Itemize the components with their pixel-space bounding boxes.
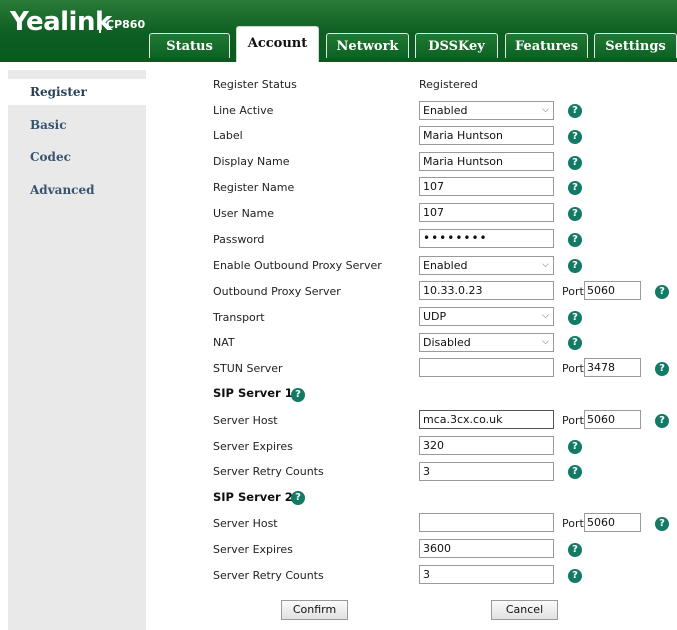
chevron-down-icon: ⌵ xyxy=(542,105,549,115)
nat-label: NAT xyxy=(213,336,235,349)
outbound-proxy-server-input[interactable]: 10.33.0.23 xyxy=(419,281,554,300)
label-input[interactable]: Maria Huntson xyxy=(419,126,554,145)
help-icon[interactable]: ? xyxy=(655,285,669,299)
sip1-server-host-input[interactable]: mca.3cx.co.uk xyxy=(419,410,554,429)
sip1-server-expires-input[interactable]: 320 xyxy=(419,436,554,455)
help-icon[interactable]: ? xyxy=(568,440,582,454)
help-icon[interactable]: ? xyxy=(568,104,582,118)
help-icon[interactable]: ? xyxy=(655,362,669,376)
user-name-label: User Name xyxy=(213,207,275,220)
stun-server-input[interactable] xyxy=(419,358,554,377)
outbound-proxy-port-label: Port xyxy=(562,285,584,298)
stun-port-input[interactable]: 3478 xyxy=(584,358,641,377)
register-status-value: Registered xyxy=(419,78,478,91)
sip2-server-retry-label: Server Retry Counts xyxy=(213,569,324,582)
password-input[interactable]: •••••••• xyxy=(419,229,554,248)
help-icon[interactable]: ? xyxy=(568,207,582,221)
help-icon[interactable]: ? xyxy=(568,543,582,557)
help-icon[interactable]: ? xyxy=(655,517,669,531)
sip-server-1-heading: SIP Server 1 xyxy=(213,386,293,400)
logo-separator xyxy=(99,13,101,33)
help-icon[interactable]: ? xyxy=(568,156,582,170)
help-icon[interactable]: ? xyxy=(568,569,582,583)
sip1-server-expires-label: Server Expires xyxy=(213,440,293,453)
sip2-server-host-label: Server Host xyxy=(213,517,278,530)
help-icon[interactable]: ? xyxy=(291,491,305,505)
header-bar: Yealink CP860 Status Account Network DSS… xyxy=(0,0,677,62)
sip-server-2-heading: SIP Server 2 xyxy=(213,490,293,504)
outbound-proxy-port-input[interactable]: 5060 xyxy=(584,281,641,300)
sip2-server-retry-input[interactable]: 3 xyxy=(419,565,554,584)
transport-select[interactable]: UDP ⌵ xyxy=(419,307,554,326)
cancel-button[interactable]: Cancel xyxy=(491,600,558,620)
tab-settings[interactable]: Settings xyxy=(594,33,677,58)
tab-status[interactable]: Status xyxy=(149,33,230,58)
nat-select[interactable]: Disabled ⌵ xyxy=(419,333,554,352)
stun-server-label: STUN Server xyxy=(213,362,283,375)
tab-features[interactable]: Features xyxy=(505,33,588,58)
sidebar-item-register[interactable]: Register xyxy=(8,79,146,105)
sip1-server-host-label: Server Host xyxy=(213,414,278,427)
help-icon[interactable]: ? xyxy=(568,181,582,195)
confirm-button[interactable]: Confirm xyxy=(281,600,348,620)
sip2-server-host-input[interactable] xyxy=(419,513,554,532)
user-name-input[interactable]: 107 xyxy=(419,203,554,222)
chevron-down-icon: ⌵ xyxy=(542,260,549,270)
tab-network[interactable]: Network xyxy=(326,33,409,58)
help-icon[interactable]: ? xyxy=(568,130,582,144)
chevron-down-icon: ⌵ xyxy=(542,337,549,347)
help-icon[interactable]: ? xyxy=(568,233,582,247)
register-name-input[interactable]: 107 xyxy=(419,177,554,196)
transport-value: UDP xyxy=(423,310,447,323)
outbound-proxy-server-label: Outbound Proxy Server xyxy=(213,285,341,298)
tab-dsskey[interactable]: DSSKey xyxy=(415,33,498,58)
nat-value: Disabled xyxy=(423,336,471,349)
sip2-server-expires-label: Server Expires xyxy=(213,543,293,556)
sip1-server-retry-label: Server Retry Counts xyxy=(213,465,324,478)
enable-outbound-proxy-select[interactable]: Enabled ⌵ xyxy=(419,256,554,275)
register-status-label: Register Status xyxy=(213,78,297,91)
sidebar-item-basic[interactable]: Basic xyxy=(8,112,146,138)
help-icon[interactable]: ? xyxy=(568,336,582,350)
line-active-value: Enabled xyxy=(423,104,468,117)
tab-account[interactable]: Account xyxy=(236,26,319,62)
help-icon[interactable]: ? xyxy=(568,259,582,273)
sidebar: Register Basic Codec Advanced xyxy=(8,70,146,630)
display-name-input[interactable]: Maria Huntson xyxy=(419,152,554,171)
enable-outbound-proxy-value: Enabled xyxy=(423,259,468,272)
help-icon[interactable]: ? xyxy=(655,414,669,428)
chevron-down-icon: ⌵ xyxy=(542,311,549,321)
sidebar-item-codec[interactable]: Codec xyxy=(8,144,146,170)
password-label: Password xyxy=(213,233,265,246)
label-label: Label xyxy=(213,129,243,142)
stun-port-label: Port xyxy=(562,362,584,375)
help-icon[interactable]: ? xyxy=(568,465,582,479)
model-name: CP860 xyxy=(106,18,146,31)
line-active-select[interactable]: Enabled ⌵ xyxy=(419,101,554,120)
yealink-logo: Yealink xyxy=(10,7,112,37)
sip1-port-label: Port xyxy=(562,414,584,427)
sip1-server-retry-input[interactable]: 3 xyxy=(419,462,554,481)
transport-label: Transport xyxy=(213,311,265,324)
sip2-port-input[interactable]: 5060 xyxy=(584,513,641,532)
display-name-label: Display Name xyxy=(213,155,290,168)
line-active-label: Line Active xyxy=(213,104,274,117)
sip1-port-input[interactable]: 5060 xyxy=(584,410,641,429)
sip2-server-expires-input[interactable]: 3600 xyxy=(419,539,554,558)
sidebar-item-advanced[interactable]: Advanced xyxy=(8,177,146,203)
enable-outbound-proxy-label: Enable Outbound Proxy Server xyxy=(213,259,382,272)
register-name-label: Register Name xyxy=(213,181,295,194)
help-icon[interactable]: ? xyxy=(291,388,305,402)
help-icon[interactable]: ? xyxy=(568,311,582,325)
sip2-port-label: Port xyxy=(562,517,584,530)
